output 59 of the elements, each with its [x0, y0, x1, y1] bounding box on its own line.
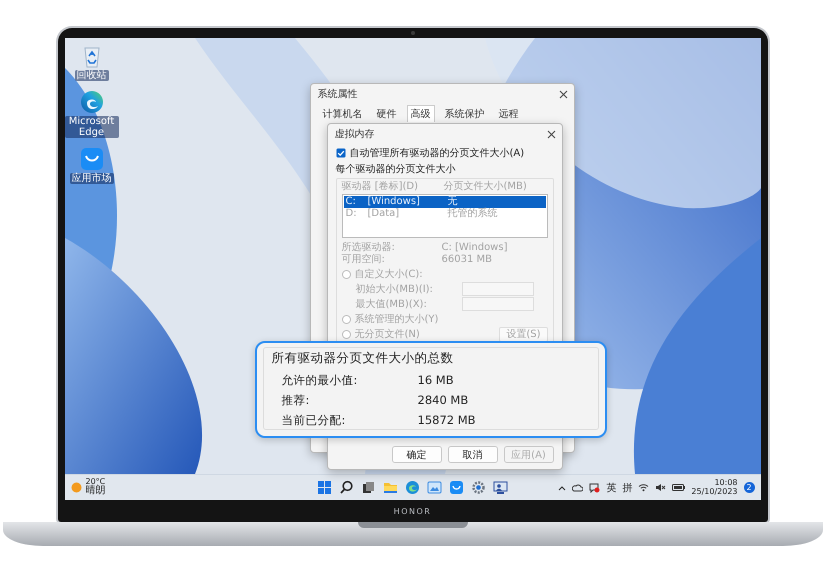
value-text: 16 MB [418, 373, 455, 388]
icon-label[interactable]: Microsoft Edge [64, 116, 118, 138]
column-header: 分页文件大小(MB) [444, 181, 528, 193]
table-cell-text: C: [346, 196, 357, 208]
tab[interactable]: 系统保护 [440, 105, 488, 122]
field-label: 最大值(MB)(X): [356, 298, 428, 310]
window-stack-icon[interactable] [361, 480, 376, 495]
shopping-bag-icon[interactable] [449, 480, 464, 495]
shopping-bag-icon[interactable] [80, 147, 104, 171]
table-cell-text: D: [346, 208, 358, 220]
icon-label[interactable]: 应用市场 [70, 173, 114, 184]
label-text: 当前已分配: [282, 413, 346, 428]
search-icon[interactable] [339, 480, 354, 495]
folder-icon[interactable] [383, 480, 398, 495]
table-cell-text: 托管的系统 [448, 208, 498, 220]
value-text: 15872 MB [418, 413, 477, 428]
close-icon[interactable] [546, 130, 556, 138]
column-header: 驱动器 [卷标](D) [342, 181, 419, 193]
value-text: 2840 MB [418, 393, 470, 408]
input-method-text[interactable]: 拼 [622, 480, 632, 494]
browser-icon[interactable] [80, 90, 104, 114]
info-label: 所选驱动器: [342, 242, 396, 254]
table-cell-text: [Data] [368, 208, 400, 220]
info-label: 可用空间: [342, 254, 386, 266]
label-text: 允许的最小值: [282, 373, 358, 388]
notification-badge[interactable]: 2 [744, 482, 754, 493]
group-title: 所有驱动器分页文件大小的总数 [272, 350, 454, 367]
picture-icon[interactable] [427, 480, 442, 495]
info-value: C: [Windows] [442, 242, 508, 254]
group-label: 每个驱动器的分页文件大小 [336, 162, 456, 176]
cloud-icon[interactable] [572, 484, 584, 492]
icon-label[interactable]: 回收站 [74, 70, 108, 81]
tab[interactable]: 远程 [494, 105, 522, 122]
label-text: 推荐: [282, 393, 310, 408]
caret-icon[interactable] [558, 484, 566, 492]
mute-icon[interactable] [655, 483, 666, 492]
window-title: 虚拟内存 [334, 128, 374, 141]
camera-icon [410, 31, 414, 35]
wifi-icon[interactable] [638, 483, 650, 492]
table-cell-text: [Windows] [368, 196, 421, 208]
tab[interactable]: 高级 [406, 105, 434, 122]
tab[interactable]: 计算机名 [318, 105, 366, 122]
tab[interactable]: 硬件 [372, 105, 400, 122]
input-method-text[interactable]: 英 [606, 480, 616, 494]
brand-logo: HONOR [394, 506, 432, 516]
date-text[interactable]: 25/10/2023 [691, 488, 738, 496]
start-icon[interactable] [317, 480, 332, 495]
chat-icon[interactable] [589, 482, 600, 493]
battery-icon[interactable] [672, 484, 686, 491]
close-icon[interactable] [558, 90, 568, 98]
window-title: 系统属性 [318, 88, 358, 101]
monitor-icon[interactable] [493, 480, 508, 495]
table-cell-text: 无 [448, 196, 458, 208]
browser-icon[interactable] [405, 480, 420, 495]
field-label: 初始大小(MB)(I): [356, 282, 434, 296]
weather-text: 晴朗 [86, 486, 106, 497]
settings-icon[interactable] [471, 480, 486, 495]
info-value: 66031 MB [442, 254, 493, 266]
time-text[interactable]: 10:08 [714, 478, 738, 488]
